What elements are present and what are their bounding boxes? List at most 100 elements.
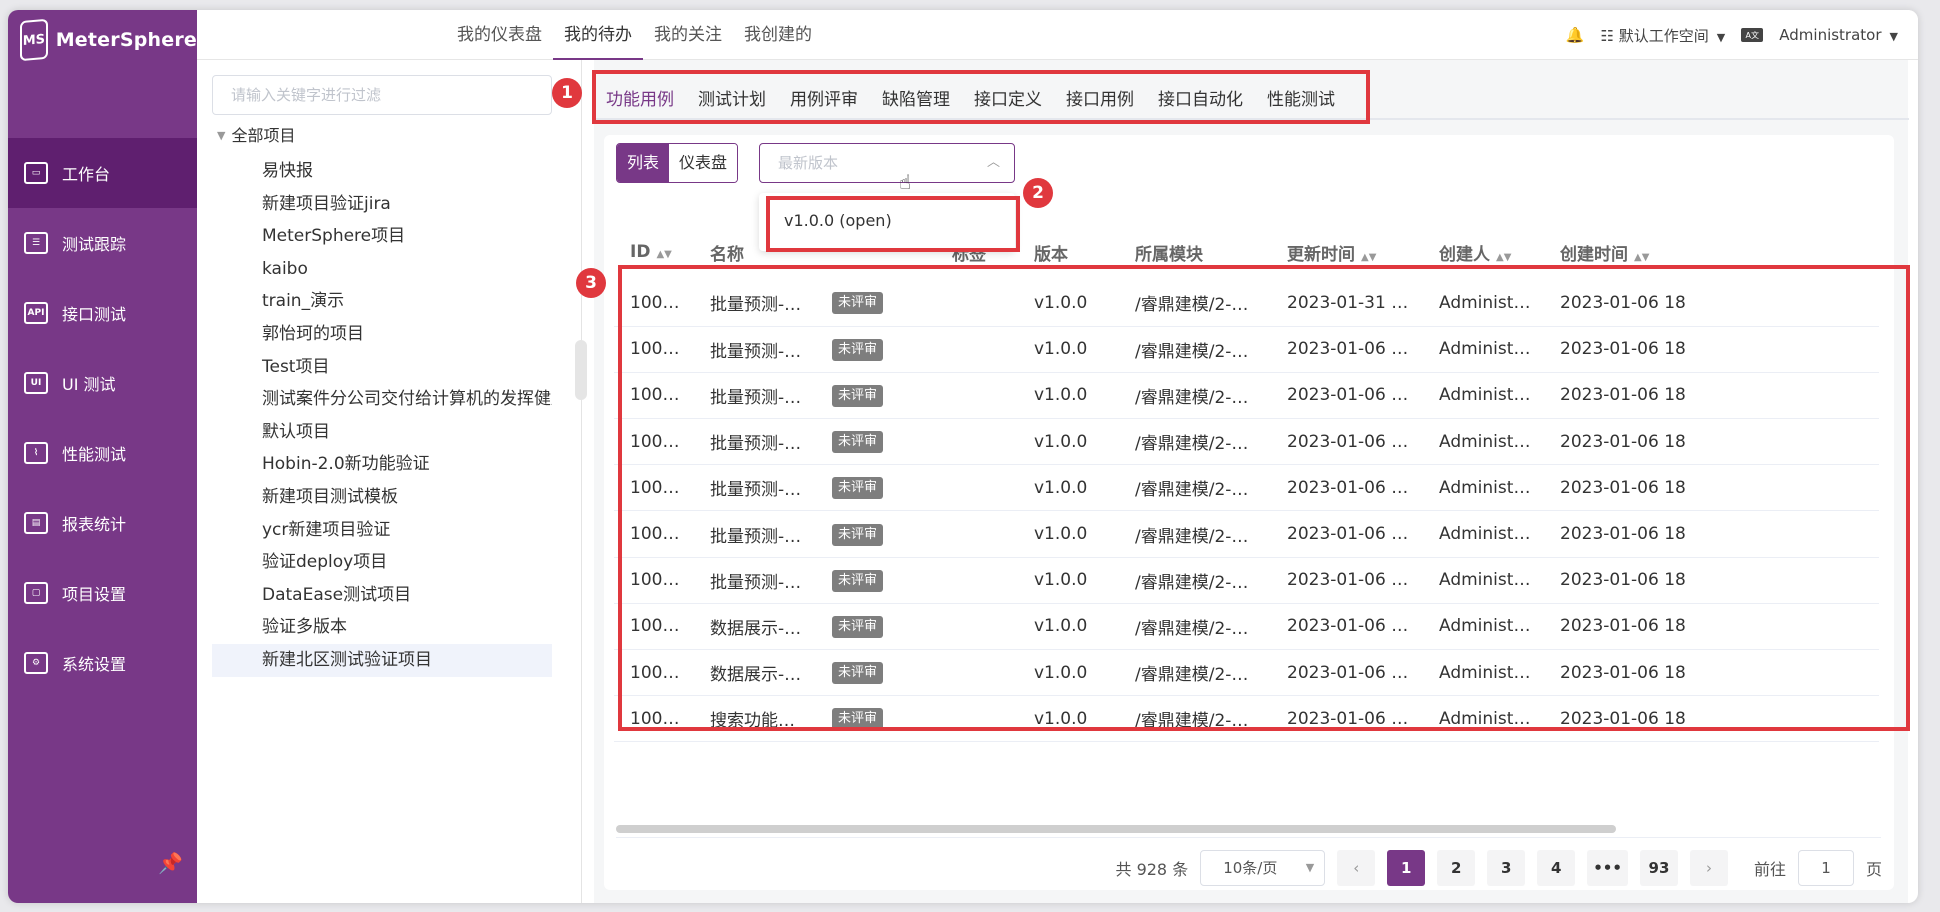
project-item[interactable]: kaibo xyxy=(212,253,552,286)
project-item[interactable]: 新建项目验证jira xyxy=(212,188,552,221)
table-cell: /睿鼎建模/2-模型训练 xyxy=(1119,326,1271,373)
workspace-selector[interactable]: ☷ 默认工作空间 ▼ xyxy=(1601,25,1726,46)
page-size-select[interactable]: 10条/页 ▼ xyxy=(1200,850,1326,886)
sort-icon[interactable]: ▲▼ xyxy=(1634,252,1649,263)
pin-icon[interactable]: 📌 xyxy=(158,851,183,875)
table-cell xyxy=(936,510,1018,558)
module-tab-3[interactable]: 缺陷管理 xyxy=(870,80,962,118)
table-cell: 100923 xyxy=(614,557,694,604)
project-item[interactable]: 郭怡珂的项目 xyxy=(212,318,552,351)
module-tab-0[interactable]: 功能用例 xyxy=(594,80,686,118)
table-row[interactable]: 100927批量预测-编辑未评审v1.0.0/睿鼎建模/2-模型训练2023-0… xyxy=(614,372,1879,420)
module-tab-6[interactable]: 接口自动化 xyxy=(1146,80,1255,118)
table-cell: 2023-01-06 18:45:52 xyxy=(1271,464,1423,512)
project-item[interactable]: Test项目 xyxy=(212,351,552,384)
sidebar-item-1[interactable]: ☰ 测试跟踪 xyxy=(8,208,197,278)
review-status-cell: 未评审 xyxy=(816,326,936,373)
table-row[interactable]: 100920搜索功能正确未评审v1.0.0/睿鼎建模/2-模型训练2023-01… xyxy=(614,695,1879,743)
status-badge: 未评审 xyxy=(832,292,884,315)
annotation-badge-2: 2 xyxy=(1023,178,1053,208)
next-page-button[interactable]: › xyxy=(1689,850,1728,886)
project-filter-input[interactable]: 请输入关键字进行过滤 xyxy=(212,75,552,115)
module-tab-4[interactable]: 接口定义 xyxy=(962,80,1054,118)
sidebar-item-5[interactable]: ▤ 报表统计 xyxy=(8,488,197,558)
sidebar: MS MeterSphere ▭ 工作台 ☰ 测试跟踪 API 接口测试 UI UI 测试 ⌇ 性… xyxy=(8,10,197,903)
project-item[interactable]: 新建项目测试模板 xyxy=(212,481,552,514)
table-cell: 2023-01-06 18:45:52 xyxy=(1271,372,1423,420)
project-item[interactable]: 验证deploy项目 xyxy=(212,546,552,579)
sidebar-item-0[interactable]: ▭ 工作台 xyxy=(8,138,197,208)
table-cell: v1.0.0 xyxy=(1018,418,1119,466)
status-badge: 未评审 xyxy=(832,708,884,731)
project-item[interactable]: train_演示 xyxy=(212,285,552,318)
table-row[interactable]: 100923批量预测-查看结果未评审v1.0.0/睿鼎建模/2-模型训练2023… xyxy=(614,557,1879,604)
page-button[interactable]: ••• xyxy=(1587,850,1628,886)
top-tab-3[interactable]: 我创建的 xyxy=(733,10,823,60)
top-tab-1[interactable]: 我的待办 xyxy=(553,10,643,60)
table-cell: Administrator xyxy=(1423,695,1544,743)
table-row[interactable]: 100926批量预测-删除未评审v1.0.0/睿鼎建模/2-模型训练2023-0… xyxy=(614,418,1879,466)
prev-page-button[interactable]: ‹ xyxy=(1337,850,1376,886)
sidebar-item-2[interactable]: API 接口测试 xyxy=(8,278,197,348)
module-tab-1[interactable]: 测试计划 xyxy=(686,80,778,118)
table-row[interactable]: 100925批量预测-搜索功能未评审v1.0.0/睿鼎建模/2-模型训练2023… xyxy=(614,464,1879,512)
module-tab-2[interactable]: 用例评审 xyxy=(778,80,870,118)
sidebar-item-7[interactable]: ⚙ 系统设置 xyxy=(8,628,197,698)
page-button[interactable]: 1 xyxy=(1387,850,1426,886)
project-item[interactable]: 测试案件分公司交付给计算机的发挥健康 xyxy=(212,383,552,416)
table-row[interactable]: 100929批量预测-批量删除未评审v1.0.0/睿鼎建模/2-模型训练2023… xyxy=(614,280,1879,327)
project-item[interactable]: 验证多版本 xyxy=(212,611,552,644)
project-item[interactable]: 易快报 xyxy=(212,155,552,188)
top-tab-2[interactable]: 我的关注 xyxy=(643,10,733,60)
table-cell xyxy=(936,280,1018,327)
panel-collapse-handle[interactable] xyxy=(575,340,587,400)
sidebar-item-6[interactable]: ▢ 项目设置 xyxy=(8,558,197,628)
version-option[interactable]: v1.0.0 (open) xyxy=(759,193,1015,251)
module-tab-7[interactable]: 性能测试 xyxy=(1255,80,1347,118)
project-item[interactable]: ycr新建项目验证 xyxy=(212,514,552,547)
project-item[interactable]: MeterSphere项目 xyxy=(212,220,552,253)
module-tab-5[interactable]: 接口用例 xyxy=(1054,80,1146,118)
status-badge: 未评审 xyxy=(832,662,884,685)
sort-icon[interactable]: ▲▼ xyxy=(656,249,671,260)
column-header-0[interactable]: ID ▲▼ xyxy=(614,200,694,280)
page-button[interactable]: 93 xyxy=(1639,850,1678,886)
table-cell: v1.0.0 xyxy=(1018,372,1119,420)
sort-icon[interactable]: ▲▼ xyxy=(1496,252,1511,263)
page-button[interactable]: 3 xyxy=(1487,850,1526,886)
sidebar-item-label: 性能测试 xyxy=(62,445,127,464)
table-row[interactable]: 100924批量预测-查看详情未评审v1.0.0/睿鼎建模/2-模型训练2023… xyxy=(614,510,1879,558)
sidebar-item-4[interactable]: ⌇ 性能测试 xyxy=(8,418,197,488)
project-item[interactable]: Hobin-2.0新功能验证 xyxy=(212,448,552,481)
user-menu[interactable]: Administrator ▼ xyxy=(1779,26,1898,44)
horizontal-scrollbar[interactable] xyxy=(616,825,1616,833)
table-cell: 2023-01-06 18:45:52 xyxy=(1271,649,1423,697)
table-row[interactable]: 100922数据展示-列表未评审v1.0.0/睿鼎建模/2-模型训练2023-0… xyxy=(614,603,1879,651)
tree-root[interactable]: ▼ 全部项目 xyxy=(217,120,295,152)
column-header-8[interactable]: 创建时间 ▲▼ xyxy=(1544,200,1879,280)
column-header-7[interactable]: 创建人 ▲▼ xyxy=(1423,200,1544,280)
sidebar-menu: ▭ 工作台 ☰ 测试跟踪 API 接口测试 UI UI 测试 ⌇ 性能测试 ▤ 报表统计 ▢ 项目设置 ⚙ 系… xyxy=(8,138,197,698)
page-button[interactable]: 2 xyxy=(1437,850,1476,886)
version-select[interactable]: 最新版本 ︿ xyxy=(759,143,1015,183)
top-tab-0[interactable]: 我的仪表盘 xyxy=(446,10,553,60)
project-item[interactable]: 默认项目 xyxy=(212,416,552,449)
bell-icon[interactable]: 🔔 xyxy=(1566,26,1585,44)
goto-page-input[interactable]: 1 xyxy=(1797,850,1854,886)
sidebar-item-3[interactable]: UI UI 测试 xyxy=(8,348,197,418)
project-item[interactable]: DataEase测试项目 xyxy=(212,579,552,612)
sidebar-item-label: 接口测试 xyxy=(62,305,127,324)
sort-icon[interactable]: ▲▼ xyxy=(1361,252,1376,263)
annotation-badge-1: 1 xyxy=(552,78,582,108)
project-item[interactable]: 新建北区测试验证项目 xyxy=(212,643,552,677)
column-header-6[interactable]: 更新时间 ▲▼ xyxy=(1271,200,1423,280)
list-view-button[interactable]: 列表 xyxy=(617,144,670,182)
chevron-up-icon: ︿ xyxy=(986,155,1000,170)
language-icon[interactable]: A文 xyxy=(1741,28,1764,42)
table-row[interactable]: 100921数据展示-查看详情未评审v1.0.0/睿鼎建模/2-模型训练2023… xyxy=(614,649,1879,697)
table-cell: 2023-01-06 18 xyxy=(1544,418,1879,466)
column-header-label: 创建人 xyxy=(1439,244,1490,265)
dashboard-view-button[interactable]: 仪表盘 xyxy=(669,144,738,182)
table-row[interactable]: 100928批量预测-运行未评审v1.0.0/睿鼎建模/2-模型训练2023-0… xyxy=(614,326,1879,373)
page-button[interactable]: 4 xyxy=(1537,850,1576,886)
